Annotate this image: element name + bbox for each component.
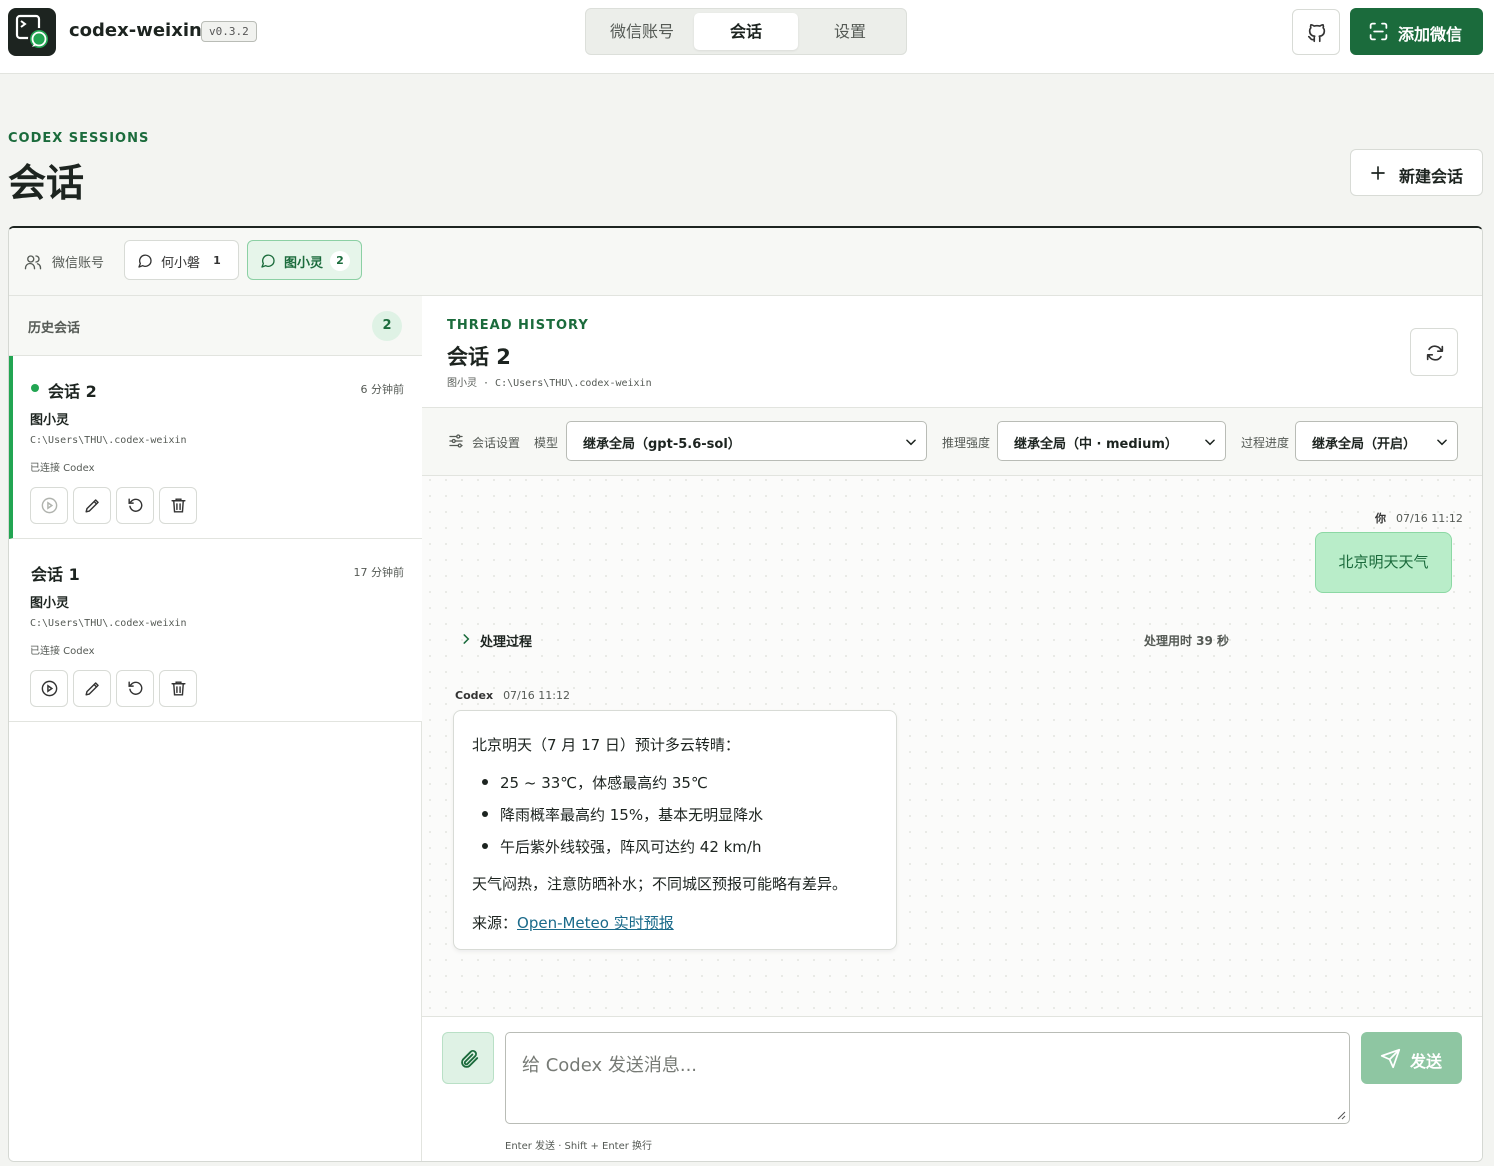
send-label: 发送 (1410, 1052, 1443, 1071)
version-badge: v0.3.2 (201, 21, 257, 42)
session-settings-label: 会话设置 (472, 436, 521, 450)
thread-subtitle: 图小灵 · C:\Users\THU\.codex-weixin (447, 378, 652, 389)
reasoning-value: 继承全局（中 · medium） (1014, 437, 1178, 452)
page-eyebrow: CODEX SESSIONS (8, 131, 150, 146)
rename-session-button[interactable] (73, 670, 111, 707)
user-message-time: 07/16 11:12 (1396, 512, 1463, 525)
add-wechat-button[interactable]: 添加微信 (1350, 8, 1483, 55)
account-chip-hexiaopan[interactable]: 何小磐 1 (124, 240, 239, 280)
refresh-thread-button[interactable] (1410, 328, 1458, 376)
bot-message-bullet: 午后紫外线较强，阵风可达约 42 km/h (481, 838, 762, 856)
top-bar: codex-weixin v0.3.2 微信账号 会话 设置 添加微信 (0, 0, 1494, 74)
app-logo-icon (8, 8, 56, 56)
scan-icon (1368, 21, 1389, 42)
bot-message-time: 07/16 11:12 (503, 689, 570, 702)
process-duration: 处理用时 39 秒 (1144, 634, 1230, 648)
reset-session-button[interactable] (116, 487, 154, 524)
chat-bubble-icon (260, 253, 276, 269)
tab-wechat-accounts[interactable]: 微信账号 (590, 13, 694, 50)
bot-message-source: 来源：Open-Meteo 实时预报 (472, 912, 674, 933)
account-chip-tuxiaoling[interactable]: 图小灵 2 (247, 240, 362, 280)
model-value: 继承全局（gpt-5.6-sol） (583, 437, 741, 452)
resize-grip-icon[interactable] (1336, 1110, 1346, 1120)
bot-message-meta: Codex 07/16 11:12 (455, 689, 570, 702)
tab-sessions[interactable]: 会话 (694, 13, 798, 50)
rename-session-button[interactable] (73, 487, 111, 524)
thread-view: THREAD HISTORY 会话 2 图小灵 · C:\Users\THU\.… (422, 296, 1482, 1161)
session-time: 6 分钟前 (360, 383, 405, 396)
send-button[interactable]: 发送 (1361, 1032, 1462, 1084)
composer-hint: Enter 发送 · Shift + Enter 换行 (505, 1141, 653, 1152)
thread-title: 会话 2 (447, 345, 511, 369)
github-icon (1306, 22, 1328, 44)
reset-session-button[interactable] (116, 670, 154, 707)
session-time: 17 分钟前 (353, 566, 405, 579)
session-card-2[interactable]: 会话 2 6 分钟前 图小灵 C:\Users\THU\.codex-weixi… (9, 356, 422, 539)
session-title: 会话 1 (31, 565, 80, 584)
chat-bubble-icon (137, 253, 153, 269)
sessions-panel: 微信账号 何小磐 1 图小灵 2 历史会话 2 会话 2 6 分钟前 图小灵 C… (8, 226, 1483, 1162)
session-title: 会话 2 (48, 382, 97, 401)
history-header: 历史会话 2 (9, 296, 422, 356)
bot-message-bubble: 北京明天（7 月 17 日）预计多云转晴： 25 ~ 33℃，体感最高约 35℃… (453, 710, 897, 950)
process-label: 处理过程 (480, 635, 533, 650)
model-select[interactable]: 继承全局（gpt-5.6-sol） (566, 421, 927, 461)
account-chip-count: 1 (213, 254, 221, 267)
session-path: C:\Users\THU\.codex-weixin (30, 435, 187, 446)
user-message-author: 你 (1375, 512, 1386, 525)
delete-session-button[interactable] (159, 487, 197, 524)
github-button[interactable] (1292, 9, 1340, 55)
bot-message-bullet: 25 ~ 33℃，体感最高约 35℃ (482, 774, 708, 792)
attach-button[interactable] (442, 1032, 494, 1084)
account-chip-name: 图小灵 (284, 256, 324, 271)
new-session-button[interactable]: 新建会话 (1350, 149, 1483, 196)
thread-eyebrow: THREAD HISTORY (447, 318, 589, 333)
source-prefix: 来源： (472, 914, 518, 932)
progress-value: 继承全局（开启） (1312, 437, 1417, 452)
message-input[interactable] (505, 1032, 1350, 1124)
users-icon (24, 253, 42, 271)
account-chip-name: 何小磐 (161, 256, 201, 271)
main-nav-tabs: 微信账号 会话 设置 (585, 8, 907, 55)
user-message-meta: 你 07/16 11:12 (1375, 510, 1463, 526)
session-card-1[interactable]: 会话 1 17 分钟前 图小灵 C:\Users\THU\.codex-weix… (9, 539, 422, 722)
user-message-bubble: 北京明天天气 (1315, 532, 1452, 593)
resume-session-button[interactable] (30, 487, 68, 524)
app-name: codex-weixin (69, 20, 202, 41)
bot-message-author: Codex (455, 689, 494, 702)
session-status: 已连接 Codex (30, 463, 95, 474)
account-filter-bar: 微信账号 何小磐 1 图小灵 2 (9, 228, 1482, 296)
session-status: 已连接 Codex (30, 646, 95, 657)
account-chip-count: 2 (330, 251, 350, 271)
model-label: 模型 (534, 436, 559, 450)
bot-message-intro: 北京明天（7 月 17 日）预计多云转晴： (472, 736, 740, 754)
active-status-dot (31, 384, 39, 392)
history-title: 历史会话 (28, 321, 81, 336)
tab-settings[interactable]: 设置 (798, 13, 902, 50)
history-sidebar: 历史会话 2 会话 2 6 分钟前 图小灵 C:\Users\THU\.code… (9, 296, 422, 1161)
session-settings-bar: 会话设置 模型 继承全局（gpt-5.6-sol） 推理强度 继承全局（中 · … (422, 408, 1482, 476)
add-wechat-label: 添加微信 (1398, 25, 1463, 44)
progress-select[interactable]: 继承全局（开启） (1295, 421, 1458, 461)
plus-icon (1369, 164, 1387, 182)
history-count-badge: 2 (372, 311, 402, 341)
new-session-label: 新建会话 (1399, 167, 1464, 186)
bot-message-note: 天气闷热，注意防晒补水；不同城区预报可能略有差异。 (472, 875, 848, 893)
thread-header: THREAD HISTORY 会话 2 图小灵 · C:\Users\THU\.… (422, 296, 1482, 408)
session-agent: 图小灵 (30, 413, 70, 428)
source-link[interactable]: Open-Meteo 实时预报 (517, 914, 674, 932)
resume-session-button[interactable] (30, 670, 68, 707)
reasoning-select[interactable]: 继承全局（中 · medium） (997, 421, 1226, 461)
delete-session-button[interactable] (159, 670, 197, 707)
progress-label: 过程进度 (1241, 436, 1290, 450)
page-title: 会话 (8, 161, 85, 205)
reasoning-label: 推理强度 (942, 436, 991, 450)
message-composer: 发送 Enter 发送 · Shift + Enter 换行 (422, 1016, 1482, 1161)
session-agent: 图小灵 (30, 596, 70, 611)
bot-message-bullet: 降雨概率最高约 15%，基本无明显降水 (481, 806, 764, 824)
sliders-icon (447, 432, 465, 450)
session-path: C:\Users\THU\.codex-weixin (30, 618, 187, 629)
